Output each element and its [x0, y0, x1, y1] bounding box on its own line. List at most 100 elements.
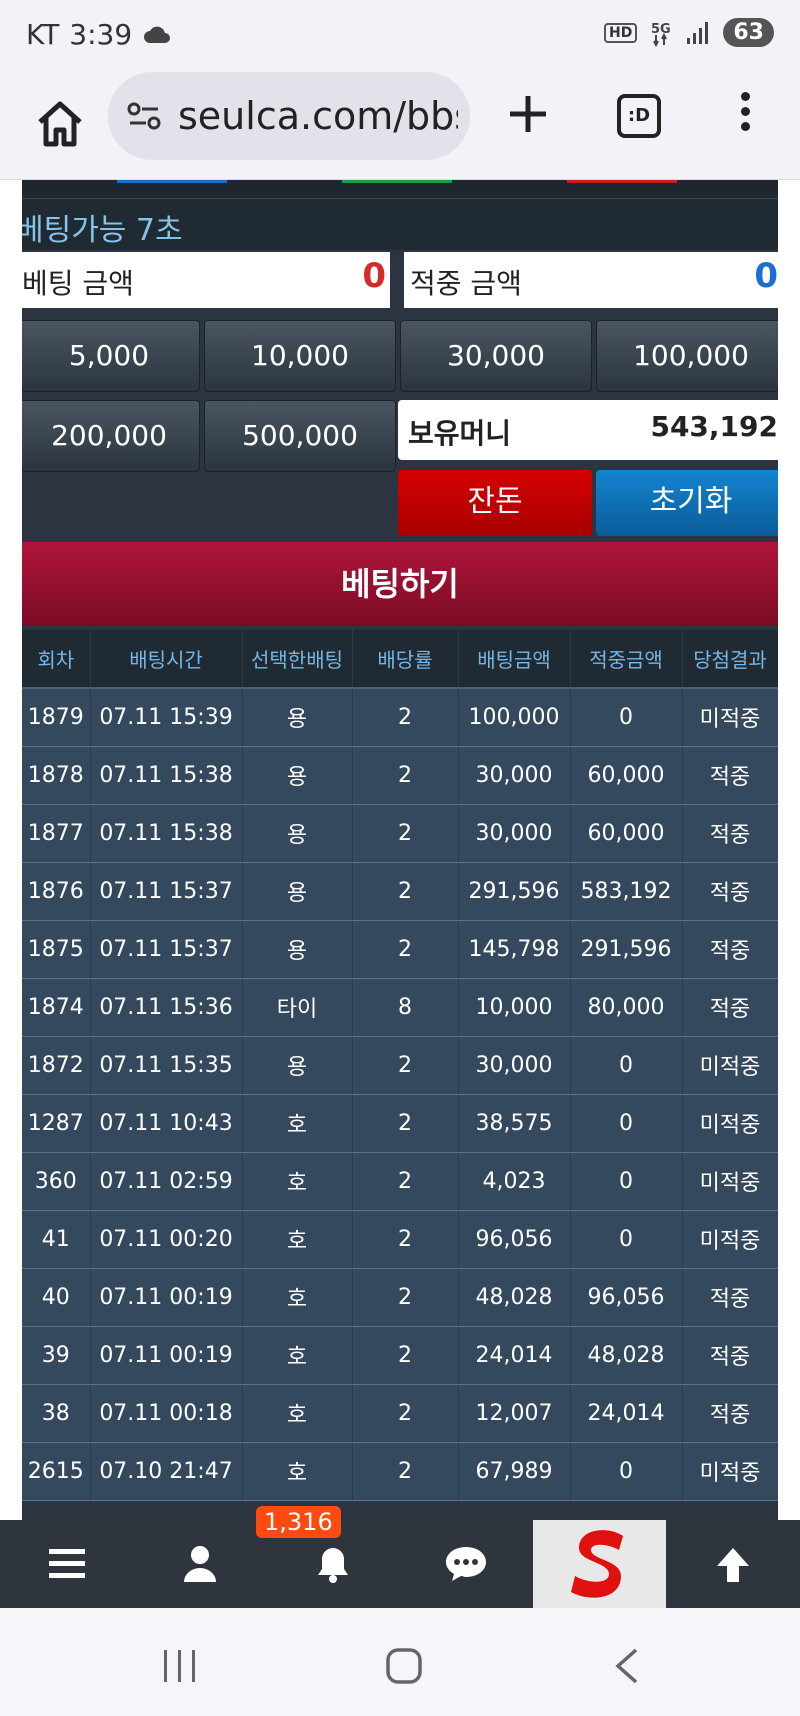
- place-bet-button[interactable]: 베팅하기: [22, 542, 778, 626]
- blue-option-edge[interactable]: [117, 180, 227, 183]
- cell-round: 1875: [22, 920, 91, 979]
- site-settings-icon[interactable]: [124, 96, 164, 136]
- holding-money-box: 보유머니 543,192: [398, 400, 778, 460]
- cell-bet-time: 07.11 15:36: [90, 978, 243, 1037]
- cell-bet-time: 07.11 15:37: [90, 920, 243, 979]
- green-option-edge[interactable]: [342, 180, 452, 183]
- win-amount-box: 적중 금액 0: [404, 252, 778, 308]
- menu-dot: [740, 92, 750, 101]
- arrow-up-icon: [716, 1548, 749, 1582]
- header-odds: 배당률: [352, 630, 459, 689]
- cell-odds: 2: [352, 1326, 459, 1385]
- chip-5000-button[interactable]: 5,000: [22, 320, 200, 392]
- nav-menu-button[interactable]: [0, 1520, 133, 1608]
- table-row: 1875 07.11 15:37 용 2 145,798 291,596 적중: [22, 920, 778, 979]
- cell-result: 미적중: [682, 1210, 778, 1269]
- cell-odds: 2: [352, 862, 459, 921]
- chip-100000-button[interactable]: 100,000: [596, 320, 778, 392]
- chip-30000-button[interactable]: 30,000: [400, 320, 592, 392]
- cell-round: 1287: [22, 1094, 91, 1153]
- cell-bet-amount: 10,000: [458, 978, 571, 1037]
- cell-bet-amount: 145,798: [458, 920, 571, 979]
- cell-odds: 2: [352, 1442, 459, 1501]
- table-row: 2615 07.10 21:47 호 2 67,989 0 미적중: [22, 1442, 778, 1501]
- bet-amount-box: 베팅 금액 0: [22, 252, 390, 308]
- cell-bet-amount: 12,007: [458, 1384, 571, 1443]
- cell-bet-amount: 67,989: [458, 1442, 571, 1501]
- reset-button[interactable]: 초기화: [596, 470, 778, 536]
- table-row: 360 07.11 02:59 호 2 4,023 0 미적중: [22, 1152, 778, 1211]
- table-row: 1876 07.11 15:37 용 2 291,596 583,192 적중: [22, 862, 778, 921]
- home-button[interactable]: [30, 94, 90, 154]
- change-button[interactable]: 잔돈: [398, 470, 592, 536]
- chip-200000-button[interactable]: 200,000: [22, 400, 200, 472]
- table-row: 1877 07.11 15:38 용 2 30,000 60,000 적중: [22, 804, 778, 863]
- url-field[interactable]: seulca.com/bbs: [108, 72, 470, 160]
- table-row: 38 07.11 00:18 호 2 12,007 24,014 적중: [22, 1384, 778, 1443]
- plus-icon: [510, 96, 546, 132]
- cell-bet-time: 07.11 15:37: [90, 862, 243, 921]
- cell-odds: 2: [352, 804, 459, 863]
- cell-result: 적중: [682, 1384, 778, 1443]
- cell-selection: 용: [242, 862, 353, 921]
- header-bet-amount: 배팅금액: [458, 630, 571, 689]
- cell-win-amount: 0: [570, 688, 683, 747]
- system-navigation: [0, 1608, 800, 1716]
- table-header-row: 회차 배팅시간 선택한배팅 배당률 배팅금액 적중금액 당첨결과: [22, 630, 778, 689]
- browser-menu-button[interactable]: [735, 86, 755, 146]
- cell-selection: 호: [242, 1442, 353, 1501]
- chip-500000-button[interactable]: 500,000: [204, 400, 396, 472]
- table-row: 41 07.11 00:20 호 2 96,056 0 미적중: [22, 1210, 778, 1269]
- nav-profile-button[interactable]: [133, 1520, 266, 1608]
- cell-bet-time: 07.11 00:20: [90, 1210, 243, 1269]
- bet-amount-value: 0: [362, 256, 386, 296]
- cell-win-amount: 0: [570, 1152, 683, 1211]
- cell-bet-time: 07.11 15:39: [90, 688, 243, 747]
- table-row: 40 07.11 00:19 호 2 48,028 96,056 적중: [22, 1268, 778, 1327]
- 5g-icon: 5G: [651, 22, 671, 47]
- home-system-icon[interactable]: [384, 1646, 424, 1686]
- cell-bet-time: 07.11 00:18: [90, 1384, 243, 1443]
- cell-bet-time: 07.11 15:38: [90, 746, 243, 805]
- chip-10000-button[interactable]: 10,000: [204, 320, 396, 392]
- new-tab-button[interactable]: [498, 86, 558, 146]
- cell-result: 미적중: [682, 688, 778, 747]
- cell-round: 39: [22, 1326, 91, 1385]
- cell-bet-amount: 96,056: [458, 1210, 571, 1269]
- cell-bet-time: 07.11 15:38: [90, 804, 243, 863]
- cell-win-amount: 583,192: [570, 862, 683, 921]
- chat-icon: [445, 1547, 486, 1581]
- cell-selection: 호: [242, 1152, 353, 1211]
- cell-bet-amount: 48,028: [458, 1268, 571, 1327]
- cell-odds: 2: [352, 1268, 459, 1327]
- cell-round: 1877: [22, 804, 91, 863]
- bet-amount-label: 베팅 금액: [22, 267, 134, 300]
- cell-win-amount: 291,596: [570, 920, 683, 979]
- back-icon[interactable]: [612, 1646, 642, 1686]
- cell-odds: 8: [352, 978, 459, 1037]
- cell-odds: 2: [352, 1384, 459, 1443]
- cell-odds: 2: [352, 1036, 459, 1095]
- cell-result: 적중: [682, 862, 778, 921]
- hamburger-icon: [48, 1549, 85, 1578]
- table-row: 1879 07.11 15:39 용 2 100,000 0 미적중: [22, 688, 778, 747]
- header-round: 회차: [22, 630, 91, 689]
- cell-result: 미적중: [682, 1094, 778, 1153]
- scroll-top-button[interactable]: [666, 1520, 799, 1608]
- bottom-nav: 1,316: [0, 1506, 800, 1608]
- tab-switcher-button[interactable]: :D: [617, 94, 661, 138]
- table-row: 1872 07.11 15:35 용 2 30,000 0 미적중: [22, 1036, 778, 1095]
- cell-bet-time: 07.11 00:19: [90, 1268, 243, 1327]
- cell-win-amount: 60,000: [570, 804, 683, 863]
- red-option-edge[interactable]: [567, 180, 677, 183]
- cell-win-amount: 60,000: [570, 746, 683, 805]
- cell-win-amount: 0: [570, 1094, 683, 1153]
- site-logo-button[interactable]: [533, 1520, 666, 1608]
- cell-round: 1872: [22, 1036, 91, 1095]
- nav-chat-button[interactable]: [399, 1520, 532, 1608]
- cell-round: 2615: [22, 1442, 91, 1501]
- status-bar: KT 3:39 HD 5G 63: [0, 0, 800, 72]
- cell-bet-amount: 291,596: [458, 862, 571, 921]
- menu-dot: [740, 122, 750, 131]
- recent-apps-icon[interactable]: [160, 1648, 200, 1684]
